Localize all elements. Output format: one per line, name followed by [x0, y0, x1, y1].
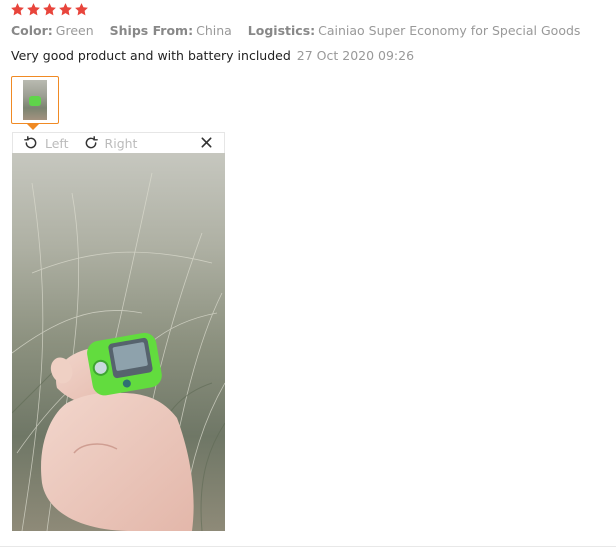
star-icon — [43, 3, 56, 16]
review-text: Very good product and with battery inclu… — [11, 48, 291, 63]
attribute-ships-from: Ships From: China — [110, 23, 232, 38]
thumbnail-image — [23, 80, 47, 120]
review-photo-enlarged — [12, 153, 225, 531]
star-icon — [27, 3, 40, 16]
rotate-right-icon — [85, 136, 98, 149]
star-icon — [59, 3, 72, 16]
divider — [0, 546, 616, 547]
review-feedback: Very good product and with battery inclu… — [11, 48, 414, 63]
rotate-left-label: Left — [45, 135, 69, 151]
attribute-logistics: Logistics: Cainiao Super Economy for Spec… — [248, 23, 581, 38]
rotate-left-icon — [24, 136, 37, 149]
attribute-label: Logistics: — [247, 23, 316, 38]
rotate-left-button[interactable]: Left — [23, 135, 69, 151]
close-icon[interactable] — [200, 136, 213, 149]
image-viewer-toolbar: Left Right — [12, 132, 225, 153]
attribute-label: Ships From: — [109, 23, 194, 38]
rotate-right-button[interactable]: Right — [83, 135, 138, 151]
rotate-right-label: Right — [104, 135, 138, 151]
attribute-color: Color: Green — [11, 23, 94, 38]
thumbnail-counter-shape — [29, 96, 41, 106]
attribute-label: Color: — [11, 23, 53, 38]
selected-thumbnail-pointer — [27, 124, 39, 130]
attribute-value: China — [196, 23, 232, 38]
review-date: 27 Oct 2020 09:26 — [296, 48, 415, 63]
star-icon — [11, 3, 24, 16]
attribute-value: Green — [55, 23, 94, 38]
star-icon — [75, 3, 88, 16]
review-card: Color: Green Ships From: China Logistics: C… — [0, 0, 616, 551]
review-photo-thumbnail[interactable] — [11, 76, 59, 124]
order-attributes: Color: Green Ships From: China Logistics: C… — [11, 23, 592, 38]
attribute-value: Cainiao Super Economy for Special Goods — [318, 23, 581, 38]
rating-stars — [10, 2, 89, 18]
